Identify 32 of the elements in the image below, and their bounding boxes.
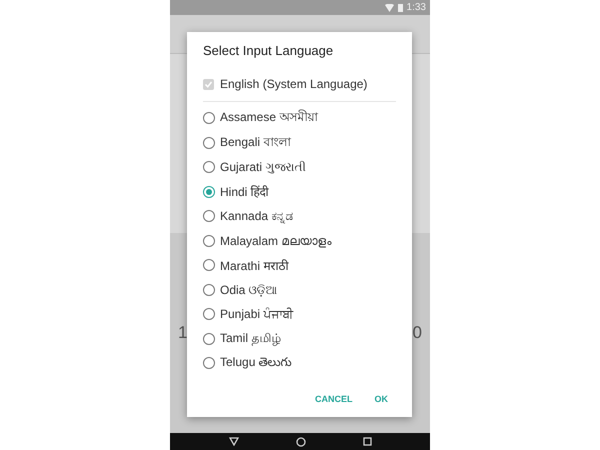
radio-button[interactable] xyxy=(203,332,215,345)
radio-button[interactable] xyxy=(203,259,215,272)
keyboard-key[interactable]: 1 xyxy=(178,323,188,343)
radio-button[interactable] xyxy=(203,112,215,124)
home-icon[interactable] xyxy=(296,436,306,446)
language-option[interactable]: Tamil தமிழ் xyxy=(220,331,282,346)
battery-icon xyxy=(398,3,403,12)
language-option[interactable]: Punjabi ਪੰਜਾਬੀ xyxy=(220,307,294,322)
radio-button[interactable] xyxy=(203,284,215,296)
radio-button[interactable] xyxy=(203,210,215,222)
wifi-icon xyxy=(384,4,394,12)
radio-button[interactable] xyxy=(203,186,215,198)
language-option[interactable]: Malayalam മലയാളം xyxy=(220,234,332,248)
radio-button[interactable] xyxy=(203,357,215,370)
dialog-title: Select Input Language xyxy=(203,43,334,60)
language-option[interactable]: Marathi मराठी xyxy=(220,256,288,274)
language-option[interactable]: Gujarati ગુજરાતી xyxy=(220,160,306,174)
language-option[interactable]: Kannada ಕನ್ನಡ xyxy=(220,209,294,224)
language-option[interactable]: Bengali বাংলা xyxy=(220,132,290,153)
radio-button[interactable] xyxy=(203,308,215,320)
language-option[interactable]: Hindi हिंदी xyxy=(220,183,269,200)
status-time: 1:33 xyxy=(406,2,426,13)
recents-icon[interactable] xyxy=(362,437,372,446)
language-option[interactable]: Odia ଓଡ଼ିଆ xyxy=(220,282,278,297)
back-icon[interactable] xyxy=(228,437,238,446)
language-option[interactable]: Assamese অসমীয়া xyxy=(220,108,318,128)
radio-button[interactable] xyxy=(203,161,215,174)
radio-button[interactable] xyxy=(203,136,215,149)
keyboard-key[interactable]: 0 xyxy=(412,323,422,343)
checkbox-label: English (System Language) xyxy=(220,77,368,91)
language-option[interactable]: Telugu తెలుగు xyxy=(220,354,292,372)
radio-button[interactable] xyxy=(203,234,215,247)
